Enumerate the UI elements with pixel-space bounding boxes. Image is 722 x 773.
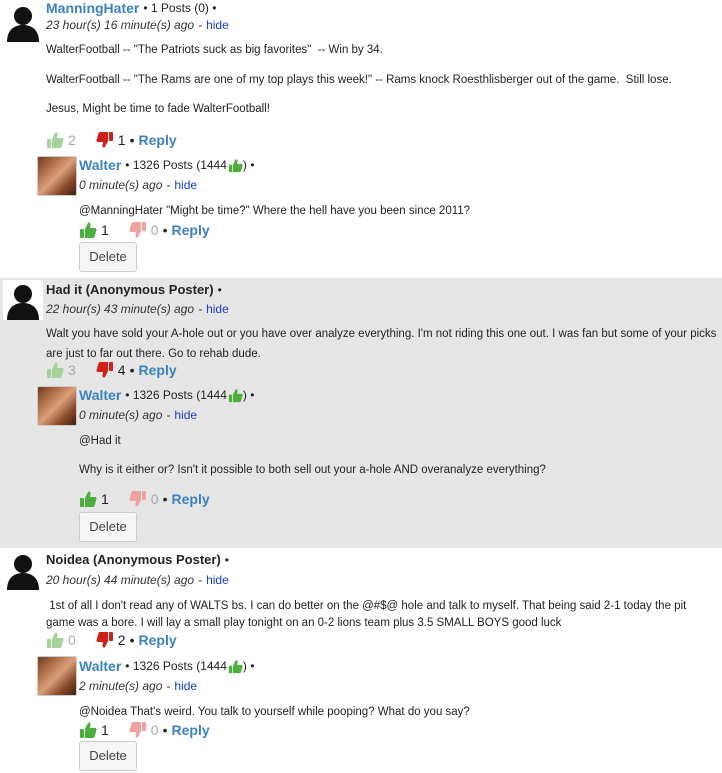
thumbs-down-faded-icon[interactable] <box>129 721 147 739</box>
comment: Had it (Anonymous Poster) • 22 hour(s) 4… <box>0 278 722 548</box>
hide-link[interactable]: hide <box>174 679 197 693</box>
reply-time: 0 minute(s) ago <box>79 178 163 192</box>
reply-author[interactable]: Walter <box>79 387 121 403</box>
separator: • <box>162 722 168 738</box>
reply-body-line: @Noidea That's weird. You talk to yourse… <box>79 706 470 718</box>
default-avatar-icon <box>3 280 43 320</box>
upvote-count: 2 <box>68 132 76 148</box>
reply-author[interactable]: Walter <box>79 157 121 173</box>
reply-body-line: Why is it either or? Isn't it possible t… <box>79 464 546 476</box>
thumbs-up-faded-icon[interactable] <box>46 631 64 649</box>
reply-time: 0 minute(s) ago <box>79 408 163 422</box>
default-avatar-icon <box>3 2 43 42</box>
thumbs-up-icon[interactable] <box>79 490 97 508</box>
downvote-count: 0 <box>150 491 159 507</box>
reply-time: 2 minute(s) ago <box>79 679 163 693</box>
delete-button[interactable]: Delete <box>79 242 137 272</box>
downvote-count: 2 <box>117 632 126 648</box>
upvote-count: 1 <box>101 491 109 507</box>
downvote-count: 4 <box>117 362 126 378</box>
thumbs-down-faded-icon[interactable] <box>129 490 147 508</box>
reply-link[interactable]: Reply <box>139 132 177 148</box>
hide-link[interactable]: hide <box>206 18 229 32</box>
delete-button[interactable]: Delete <box>79 741 137 771</box>
walter-avatar <box>37 386 77 426</box>
comment-author: Had it (Anonymous Poster) <box>46 282 214 297</box>
author-posts: • 1326 Posts (1444 <box>125 158 227 172</box>
thumbs-up-faded-icon[interactable] <box>46 131 64 149</box>
upvote-count: 3 <box>68 362 76 378</box>
upvote-count: 1 <box>101 722 109 738</box>
author-posts-suffix: ) • <box>242 659 255 673</box>
author-posts: • 1326 Posts (1444 <box>125 388 227 402</box>
thumbs-up-faded-icon[interactable] <box>46 361 64 379</box>
reply-link[interactable]: Reply <box>172 491 210 507</box>
thumbs-up-icon <box>228 659 243 674</box>
author-meta: • <box>217 282 222 297</box>
comment-author[interactable]: ManningHater <box>46 0 139 16</box>
upvote-count: 1 <box>101 222 109 238</box>
author-meta: • <box>224 552 229 567</box>
thumbs-up-icon <box>228 158 243 173</box>
separator: • <box>129 362 135 378</box>
reply-link[interactable]: Reply <box>172 722 210 738</box>
downvote-count: 0 <box>150 222 159 238</box>
thumbs-up-icon <box>228 388 243 403</box>
comment-body-line: Walt you have sold your A-hole out or yo… <box>46 328 720 360</box>
comment-body-line: WalterFootball -- "The Rams are one of m… <box>46 74 672 86</box>
downvote-count: 1 <box>117 132 126 148</box>
thumbs-down-icon[interactable] <box>96 361 114 379</box>
separator: • <box>162 222 168 238</box>
default-avatar-icon <box>3 550 43 590</box>
comment-body-line: WalterFootball -- "The Patriots suck as … <box>46 44 383 56</box>
author-posts-suffix: ) • <box>242 158 255 172</box>
thumbs-up-icon[interactable] <box>79 721 97 739</box>
author-posts: • 1326 Posts (1444 <box>125 659 227 673</box>
walter-avatar <box>37 656 77 696</box>
comment-body-line: 1st of all I don't read any of WALTS bs.… <box>46 600 690 629</box>
comment-body-line: Jesus, Might be time to fade WalterFootb… <box>46 103 270 115</box>
hide-link[interactable]: hide <box>206 302 229 316</box>
downvote-count: 0 <box>150 722 159 738</box>
author-meta: • 1 Posts (0) • <box>143 1 217 15</box>
thumbs-down-faded-icon[interactable] <box>129 221 147 239</box>
walter-avatar <box>37 156 77 196</box>
reply-link[interactable]: Reply <box>139 362 177 378</box>
reply-author[interactable]: Walter <box>79 658 121 674</box>
delete-button[interactable]: Delete <box>79 512 137 542</box>
comment: ManningHater • 1 Posts (0) • 23 hour(s) … <box>0 0 722 278</box>
reply-link[interactable]: Reply <box>172 222 210 238</box>
reply-body-line: @ManningHater "Might be time?" Where the… <box>79 205 471 217</box>
comment-time: 20 hour(s) 44 minute(s) ago <box>46 573 195 587</box>
comment: Noidea (Anonymous Poster) • 20 hour(s) 4… <box>0 548 722 773</box>
separator: • <box>129 632 135 648</box>
hide-link[interactable]: hide <box>174 408 197 422</box>
thumbs-down-icon[interactable] <box>96 631 114 649</box>
hide-link[interactable]: hide <box>174 178 197 192</box>
upvote-count: 0 <box>68 632 76 648</box>
reply-link[interactable]: Reply <box>139 632 177 648</box>
separator: • <box>162 491 168 507</box>
reply-body-line: @Had it <box>79 435 121 447</box>
thumbs-up-icon[interactable] <box>79 221 97 239</box>
thumbs-down-icon[interactable] <box>96 131 114 149</box>
separator: • <box>129 132 135 148</box>
comment-time: 23 hour(s) 16 minute(s) ago <box>46 18 195 32</box>
hide-link[interactable]: hide <box>206 573 229 587</box>
author-posts-suffix: ) • <box>242 388 255 402</box>
comment-author: Noidea (Anonymous Poster) <box>46 552 221 567</box>
comment-time: 22 hour(s) 43 minute(s) ago <box>46 302 195 316</box>
